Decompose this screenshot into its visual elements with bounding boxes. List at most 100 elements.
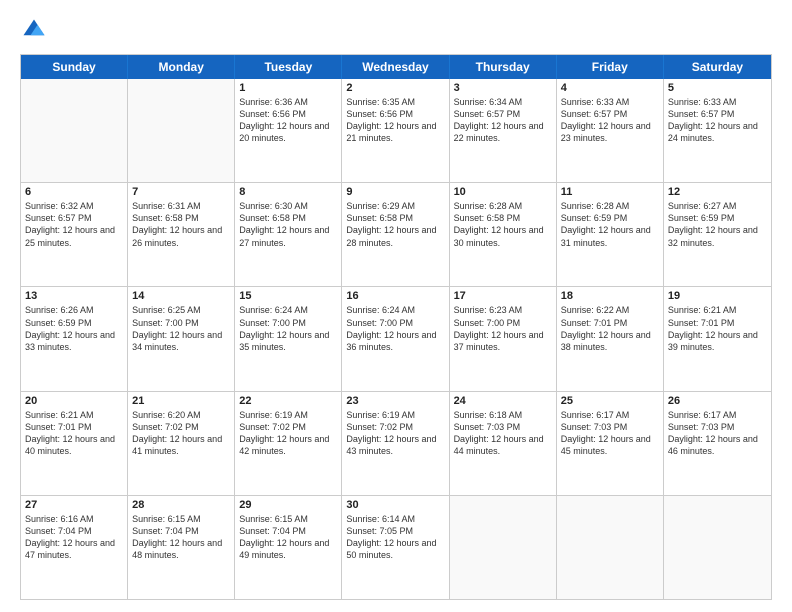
day-info: Sunrise: 6:20 AMSunset: 7:02 PMDaylight:… bbox=[132, 409, 230, 458]
calendar-cell bbox=[557, 496, 664, 599]
day-info: Sunrise: 6:25 AMSunset: 7:00 PMDaylight:… bbox=[132, 304, 230, 353]
calendar-cell: 30 Sunrise: 6:14 AMSunset: 7:05 PMDayligh… bbox=[342, 496, 449, 599]
calendar-week-row: 20Sunrise: 6:21 AMSunset: 7:01 PMDayligh… bbox=[21, 392, 771, 496]
day-info: Sunrise: 6:18 AMSunset: 7:03 PMDaylight:… bbox=[454, 409, 552, 458]
day-info: Sunrise: 6:28 AMSunset: 6:58 PMDaylight:… bbox=[454, 200, 552, 249]
calendar-cell: 14Sunrise: 6:25 AMSunset: 7:00 PMDayligh… bbox=[128, 287, 235, 390]
day-number: 9 bbox=[346, 186, 444, 198]
day-info: Sunrise: 6:24 AMSunset: 7:00 PMDaylight:… bbox=[239, 304, 337, 353]
day-number: 22 bbox=[239, 395, 337, 407]
page: SundayMondayTuesdayWednesdayThursdayFrid… bbox=[0, 0, 792, 612]
day-number: 19 bbox=[668, 290, 767, 302]
calendar-cell bbox=[450, 496, 557, 599]
day-info: Sunrise: 6:17 AMSunset: 7:03 PMDaylight:… bbox=[561, 409, 659, 458]
day-info: Sunrise: 6:33 AMSunset: 6:57 PMDaylight:… bbox=[668, 96, 767, 145]
day-info: Sunrise: 6:33 AMSunset: 6:57 PMDaylight:… bbox=[561, 96, 659, 145]
calendar-cell: 18 Sunrise: 6:22 AMSunset: 7:01 PMDayligh… bbox=[557, 287, 664, 390]
day-info: Sunrise: 6:28 AMSunset: 6:59 PMDaylight:… bbox=[561, 200, 659, 249]
calendar-header: SundayMondayTuesdayWednesdayThursdayFrid… bbox=[21, 55, 771, 79]
day-info: Sunrise: 6:14 AMSunset: 7:05 PMDaylight:… bbox=[346, 513, 444, 562]
day-of-week-header: Saturday bbox=[664, 55, 771, 79]
day-number: 5 bbox=[668, 82, 767, 94]
day-number: 18 bbox=[561, 290, 659, 302]
calendar-cell: 20Sunrise: 6:21 AMSunset: 7:01 PMDayligh… bbox=[21, 392, 128, 495]
calendar-cell: 4 Sunrise: 6:33 AMSunset: 6:57 PMDaylight… bbox=[557, 79, 664, 182]
day-info: Sunrise: 6:29 AMSunset: 6:58 PMDaylight:… bbox=[346, 200, 444, 249]
day-info: Sunrise: 6:23 AMSunset: 7:00 PMDaylight:… bbox=[454, 304, 552, 353]
calendar-cell: 7 Sunrise: 6:31 AMSunset: 6:58 PMDaylight… bbox=[128, 183, 235, 286]
calendar-cell: 25Sunrise: 6:17 AMSunset: 7:03 PMDayligh… bbox=[557, 392, 664, 495]
calendar-cell: 2 Sunrise: 6:35 AMSunset: 6:56 PMDaylight… bbox=[342, 79, 449, 182]
day-of-week-header: Friday bbox=[557, 55, 664, 79]
calendar-cell: 27 Sunrise: 6:16 AMSunset: 7:04 PMDayligh… bbox=[21, 496, 128, 599]
calendar-cell bbox=[21, 79, 128, 182]
day-number: 27 bbox=[25, 499, 123, 511]
day-number: 23 bbox=[346, 395, 444, 407]
calendar-cell: 15Sunrise: 6:24 AMSunset: 7:00 PMDayligh… bbox=[235, 287, 342, 390]
calendar-cell: 12 Sunrise: 6:27 AMSunset: 6:59 PMDayligh… bbox=[664, 183, 771, 286]
day-number: 29 bbox=[239, 499, 337, 511]
calendar-cell: 1 Sunrise: 6:36 AMSunset: 6:56 PMDaylight… bbox=[235, 79, 342, 182]
calendar-cell: 23 Sunrise: 6:19 AMSunset: 7:02 PMDayligh… bbox=[342, 392, 449, 495]
day-number: 17 bbox=[454, 290, 552, 302]
day-number: 30 bbox=[346, 499, 444, 511]
calendar-week-row: 6Sunrise: 6:32 AMSunset: 6:57 PMDaylight… bbox=[21, 183, 771, 287]
calendar-cell: 3Sunrise: 6:34 AMSunset: 6:57 PMDaylight… bbox=[450, 79, 557, 182]
day-of-week-header: Tuesday bbox=[235, 55, 342, 79]
calendar-cell: 16 Sunrise: 6:24 AMSunset: 7:00 PMDayligh… bbox=[342, 287, 449, 390]
day-info: Sunrise: 6:22 AMSunset: 7:01 PMDaylight:… bbox=[561, 304, 659, 353]
day-info: Sunrise: 6:16 AMSunset: 7:04 PMDaylight:… bbox=[25, 513, 123, 562]
day-of-week-header: Wednesday bbox=[342, 55, 449, 79]
calendar-cell: 9 Sunrise: 6:29 AMSunset: 6:58 PMDaylight… bbox=[342, 183, 449, 286]
calendar-body: 1 Sunrise: 6:36 AMSunset: 6:56 PMDaylight… bbox=[21, 79, 771, 599]
day-info: Sunrise: 6:36 AMSunset: 6:56 PMDaylight:… bbox=[239, 96, 337, 145]
calendar-cell: 17 Sunrise: 6:23 AMSunset: 7:00 PMDayligh… bbox=[450, 287, 557, 390]
day-number: 16 bbox=[346, 290, 444, 302]
day-info: Sunrise: 6:17 AMSunset: 7:03 PMDaylight:… bbox=[668, 409, 767, 458]
day-info: Sunrise: 6:15 AMSunset: 7:04 PMDaylight:… bbox=[132, 513, 230, 562]
day-of-week-header: Thursday bbox=[450, 55, 557, 79]
day-info: Sunrise: 6:19 AMSunset: 7:02 PMDaylight:… bbox=[239, 409, 337, 458]
day-number: 21 bbox=[132, 395, 230, 407]
day-number: 13 bbox=[25, 290, 123, 302]
calendar-cell: 28 Sunrise: 6:15 AMSunset: 7:04 PMDayligh… bbox=[128, 496, 235, 599]
calendar-cell: 10Sunrise: 6:28 AMSunset: 6:58 PMDayligh… bbox=[450, 183, 557, 286]
day-number: 8 bbox=[239, 186, 337, 198]
day-info: Sunrise: 6:35 AMSunset: 6:56 PMDaylight:… bbox=[346, 96, 444, 145]
day-number: 7 bbox=[132, 186, 230, 198]
day-number: 26 bbox=[668, 395, 767, 407]
calendar-cell: 13 Sunrise: 6:26 AMSunset: 6:59 PMDayligh… bbox=[21, 287, 128, 390]
calendar-week-row: 13 Sunrise: 6:26 AMSunset: 6:59 PMDayligh… bbox=[21, 287, 771, 391]
day-of-week-header: Sunday bbox=[21, 55, 128, 79]
calendar: SundayMondayTuesdayWednesdayThursdayFrid… bbox=[20, 54, 772, 600]
calendar-week-row: 1 Sunrise: 6:36 AMSunset: 6:56 PMDaylight… bbox=[21, 79, 771, 183]
logo-icon bbox=[20, 16, 48, 44]
day-number: 24 bbox=[454, 395, 552, 407]
day-info: Sunrise: 6:30 AMSunset: 6:58 PMDaylight:… bbox=[239, 200, 337, 249]
day-info: Sunrise: 6:32 AMSunset: 6:57 PMDaylight:… bbox=[25, 200, 123, 249]
day-info: Sunrise: 6:31 AMSunset: 6:58 PMDaylight:… bbox=[132, 200, 230, 249]
calendar-cell bbox=[664, 496, 771, 599]
day-number: 11 bbox=[561, 186, 659, 198]
day-info: Sunrise: 6:26 AMSunset: 6:59 PMDaylight:… bbox=[25, 304, 123, 353]
calendar-cell bbox=[128, 79, 235, 182]
calendar-cell: 26 Sunrise: 6:17 AMSunset: 7:03 PMDayligh… bbox=[664, 392, 771, 495]
day-info: Sunrise: 6:15 AMSunset: 7:04 PMDaylight:… bbox=[239, 513, 337, 562]
day-number: 12 bbox=[668, 186, 767, 198]
calendar-cell: 5 Sunrise: 6:33 AMSunset: 6:57 PMDaylight… bbox=[664, 79, 771, 182]
day-number: 3 bbox=[454, 82, 552, 94]
calendar-cell: 19Sunrise: 6:21 AMSunset: 7:01 PMDayligh… bbox=[664, 287, 771, 390]
logo bbox=[20, 16, 52, 44]
calendar-cell: 24 Sunrise: 6:18 AMSunset: 7:03 PMDayligh… bbox=[450, 392, 557, 495]
calendar-cell: 22 Sunrise: 6:19 AMSunset: 7:02 PMDayligh… bbox=[235, 392, 342, 495]
calendar-cell: 11 Sunrise: 6:28 AMSunset: 6:59 PMDayligh… bbox=[557, 183, 664, 286]
day-number: 4 bbox=[561, 82, 659, 94]
day-info: Sunrise: 6:27 AMSunset: 6:59 PMDaylight:… bbox=[668, 200, 767, 249]
day-info: Sunrise: 6:24 AMSunset: 7:00 PMDaylight:… bbox=[346, 304, 444, 353]
calendar-week-row: 27 Sunrise: 6:16 AMSunset: 7:04 PMDayligh… bbox=[21, 496, 771, 599]
day-number: 28 bbox=[132, 499, 230, 511]
calendar-cell: 21 Sunrise: 6:20 AMSunset: 7:02 PMDayligh… bbox=[128, 392, 235, 495]
day-info: Sunrise: 6:19 AMSunset: 7:02 PMDaylight:… bbox=[346, 409, 444, 458]
day-number: 1 bbox=[239, 82, 337, 94]
day-number: 2 bbox=[346, 82, 444, 94]
